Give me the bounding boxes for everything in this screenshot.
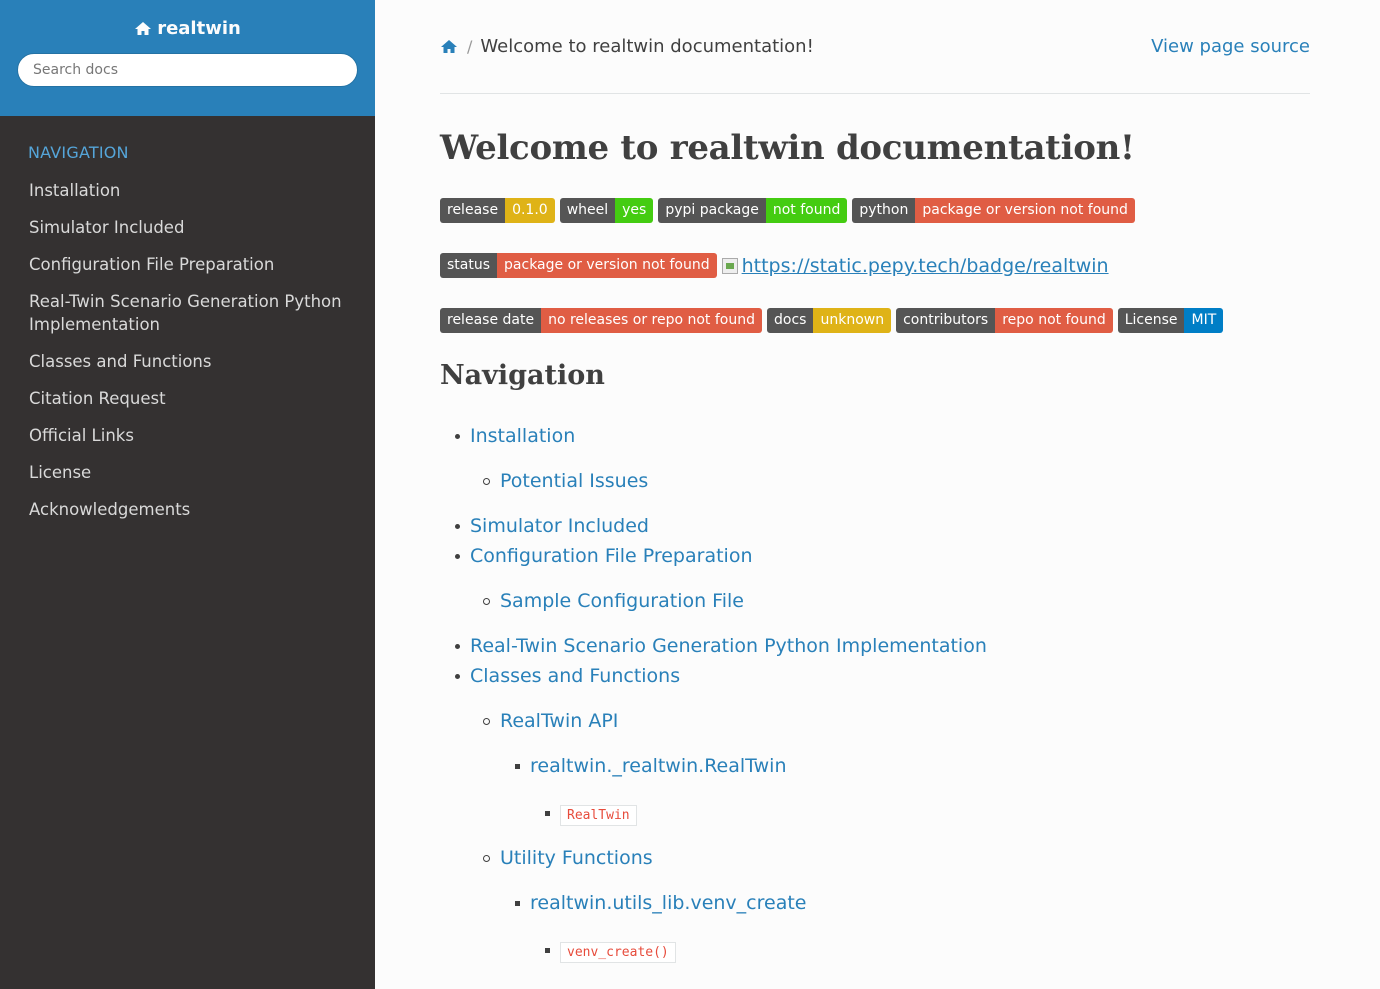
sidebar-nav: Installation Simulator Included Configur… [0,172,375,528]
pypi-badge[interactable]: pypi package not found [658,198,848,223]
toc-link-venv-module[interactable]: realtwin.utils_lib.venv_create [530,892,807,914]
breadcrumb: / Welcome to realtwin documentation! Vie… [440,0,1310,94]
view-source-link[interactable]: View page source [1151,36,1310,57]
sidebar-header: realtwin [0,0,375,116]
toc-item: Sample Configuration File [483,586,1310,616]
toc-item: Simulator Included [455,511,1310,541]
sidebar: realtwin NAVIGATION Installation Simulat… [0,0,375,989]
docs-badge[interactable]: docs unknown [767,308,892,333]
search-input[interactable] [17,53,358,87]
project-name: realtwin [157,18,241,39]
badge-label: python [852,198,916,223]
badge-value: unknown [813,308,892,333]
toc-link-utility[interactable]: Utility Functions [500,847,653,869]
badge-label: pypi package [658,198,766,223]
toc-link-potential-issues[interactable]: Potential Issues [500,470,648,492]
toc-item: Potential Issues [483,466,1310,496]
breadcrumb-home-link[interactable] [440,39,458,54]
release-date-badge[interactable]: release date no releases or repo not foun… [440,308,763,333]
badge-value: MIT [1184,308,1224,333]
toc-link-simulator[interactable]: Simulator Included [470,515,649,537]
wheel-badge[interactable]: wheel yes [559,198,654,223]
badge-label: License [1117,308,1185,333]
toc-item: Classes and Functions [455,661,1310,691]
toc-list: Installation Potential Issues Simulator … [440,421,1310,965]
toc-link-implementation[interactable]: Real-Twin Scenario Generation Python Imp… [470,635,987,657]
code-venv-create: venv_create() [560,942,676,963]
toc-item: venv_create() [545,935,1310,965]
downloads-badge-alt: https://static.pepy.tech/badge/realtwin [741,254,1109,277]
toc-item: realtwin._realtwin.RealTwin [515,751,1310,781]
toc-item: RealTwin [545,798,1310,828]
release-badge[interactable]: release 0.1.0 [440,198,555,223]
badge-value: no releases or repo not found [541,308,763,333]
toc-link-config[interactable]: Configuration File Preparation [470,545,753,567]
toc-link-sample-config[interactable]: Sample Configuration File [500,590,744,612]
sidebar-item-license[interactable]: License [0,454,375,491]
badge-row-2: status package or version not found https… [440,253,1310,278]
toc-item: Real-Twin Scenario Generation Python Imp… [455,631,1310,661]
toc-item: realtwin.utils_lib.venv_create [515,888,1310,918]
toc-link-classes[interactable]: Classes and Functions [470,665,680,687]
contributors-badge[interactable]: contributors repo not found [896,308,1113,333]
badge-row-1: release 0.1.0 wheel yes pypi package not fo… [440,198,1310,223]
sidebar-item-config[interactable]: Configuration File Preparation [0,246,375,283]
python-badge[interactable]: python package or version not found [852,198,1135,223]
badge-value: package or version not found [915,198,1135,223]
sidebar-item-installation[interactable]: Installation [0,172,375,209]
project-home-link[interactable]: realtwin [134,18,241,39]
page-title: Welcome to realtwin documentation! [440,128,1135,168]
home-icon [441,40,457,53]
sidebar-item-simulator[interactable]: Simulator Included [0,209,375,246]
sidebar-item-citation[interactable]: Citation Request [0,380,375,417]
navigation-heading: Navigation [440,360,605,391]
toc-link-realtwin-module[interactable]: realtwin._realtwin.RealTwin [530,755,787,777]
badge-label: wheel [559,198,616,223]
sidebar-item-implementation[interactable]: Real-Twin Scenario Generation Python Imp… [0,283,375,343]
sidebar-item-acknowledgements[interactable]: Acknowledgements [0,491,375,528]
badge-row-3: release date no releases or repo not foun… [440,308,1310,333]
breadcrumb-current: Welcome to realtwin documentation! [480,36,814,57]
badge-label: status [440,253,498,278]
broken-image-icon [721,257,738,274]
status-badge[interactable]: status package or version not found [440,253,717,278]
toc-link-realtwin-api[interactable]: RealTwin API [500,710,618,732]
badge-value: yes [615,198,654,223]
toc-link-realtwin-class[interactable]: RealTwin [560,802,637,826]
toc-item: Utility Functions [483,843,1310,873]
badge-label: contributors [896,308,996,333]
license-badge[interactable]: License MIT [1117,308,1224,333]
badge-label: release date [440,308,542,333]
downloads-badge-link[interactable]: https://static.pepy.tech/badge/realtwin [721,254,1109,277]
sidebar-item-classes[interactable]: Classes and Functions [0,343,375,380]
toc-item: Configuration File Preparation [455,541,1310,571]
badge-value: not found [765,198,848,223]
code-realtwin: RealTwin [560,805,637,826]
breadcrumb-separator: / [467,37,473,56]
badge-label: docs [767,308,814,333]
toc-link-installation[interactable]: Installation [470,425,575,447]
badge-label: release [440,198,506,223]
toc-item: Installation [455,421,1310,451]
badge-value: 0.1.0 [505,198,555,223]
toc-link-venv-create[interactable]: venv_create() [560,939,676,963]
sidebar-item-links[interactable]: Official Links [0,417,375,454]
badge-value: package or version not found [497,253,717,278]
home-icon [135,22,152,35]
toc-item: RealTwin API [483,706,1310,736]
badge-value: repo not found [995,308,1113,333]
main-content: / Welcome to realtwin documentation! Vie… [440,0,1310,965]
nav-caption: NAVIGATION [28,143,129,162]
